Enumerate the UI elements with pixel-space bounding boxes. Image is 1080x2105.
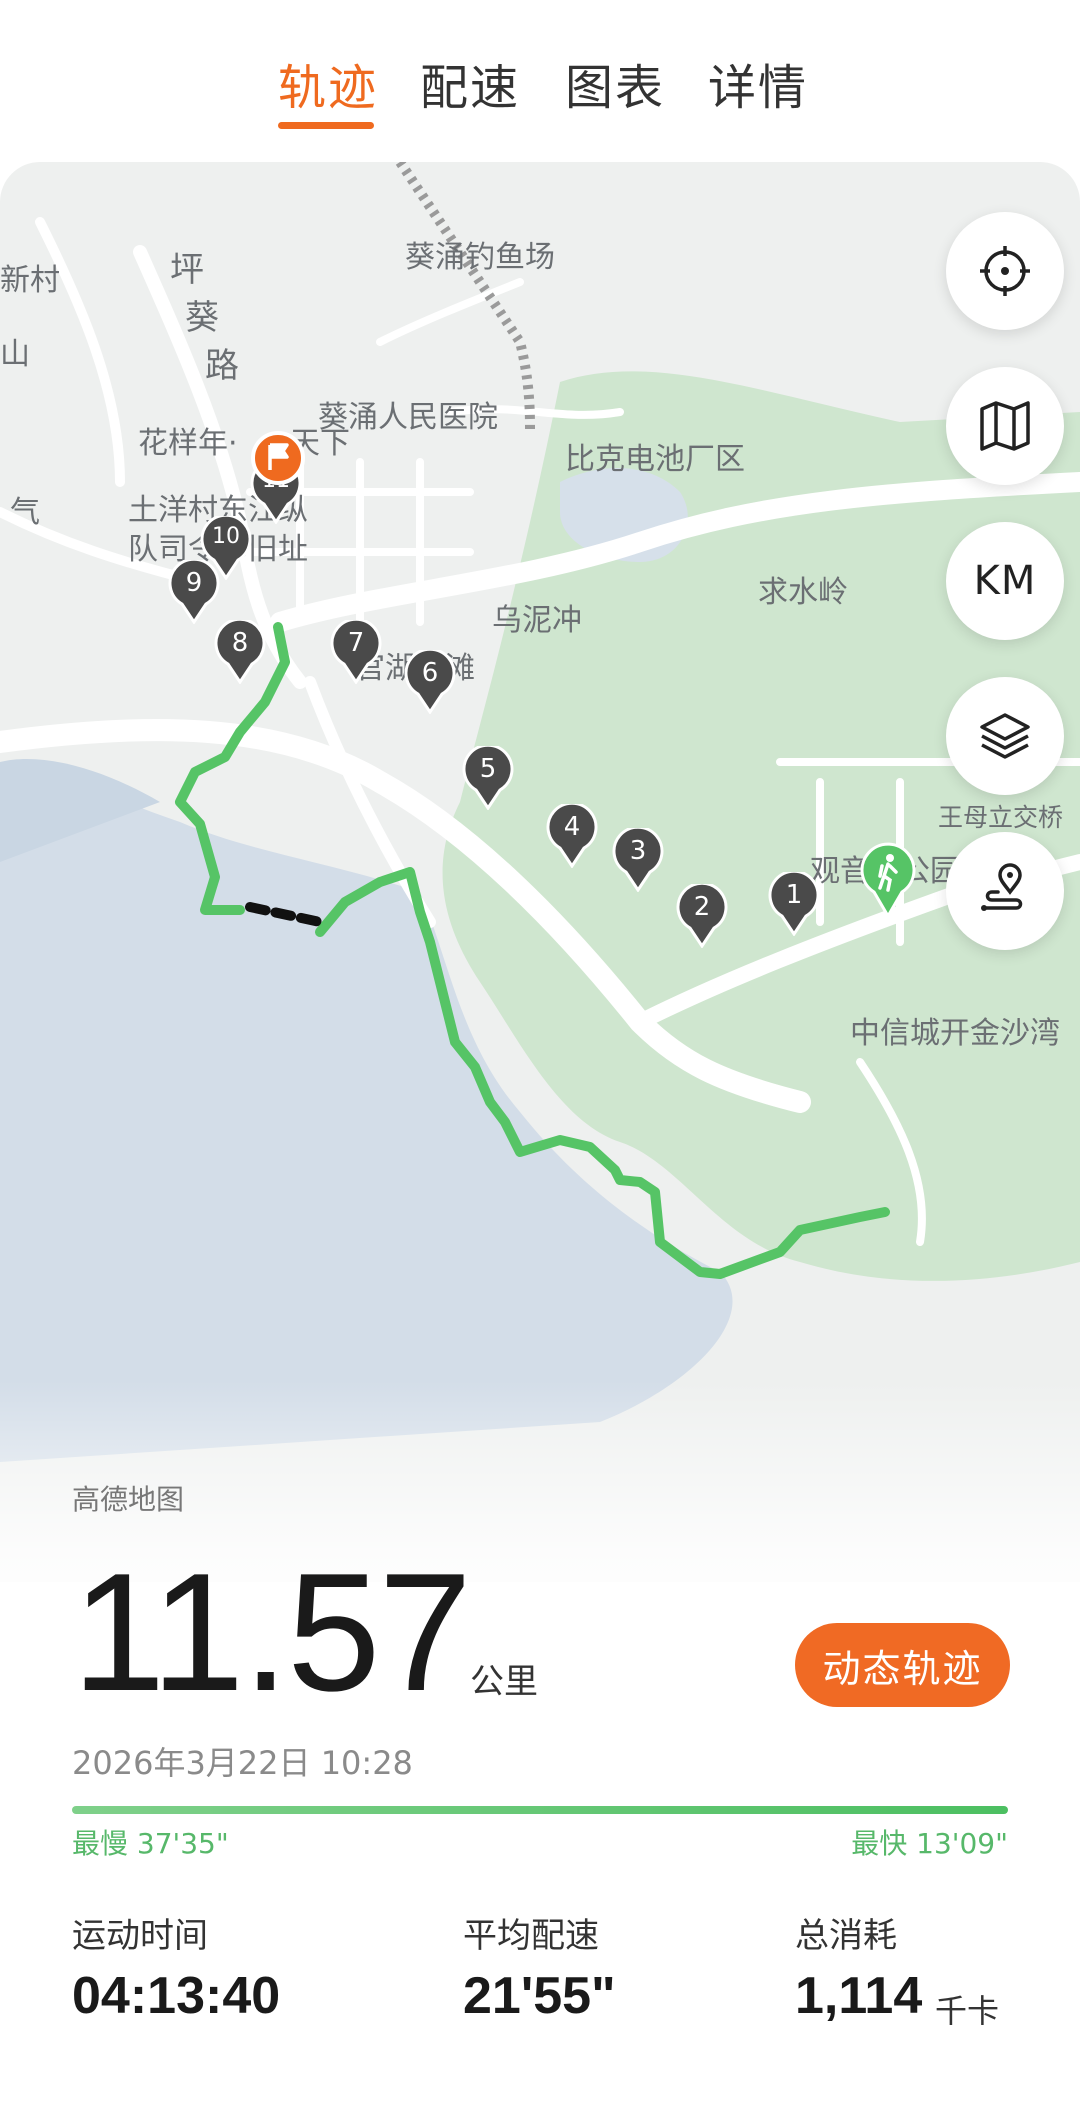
place-label: 新村: [0, 263, 60, 298]
tab-details[interactable]: 详情: [708, 48, 808, 118]
tab-charts[interactable]: 图表: [565, 48, 665, 118]
map-type-button[interactable]: [946, 367, 1064, 485]
route-replay-button[interactable]: [946, 832, 1064, 950]
locate-button[interactable]: [946, 212, 1064, 330]
unit-toggle-button[interactable]: KM: [946, 522, 1064, 640]
pace-range-bar: [72, 1806, 1008, 1814]
place-label: 王母立交桥: [938, 803, 1064, 832]
stat-value-duration: 04:13:40: [72, 1967, 281, 2025]
km-marker[interactable]: 7: [330, 620, 382, 684]
km-marker[interactable]: 3: [612, 828, 664, 892]
place-label: 山: [0, 337, 30, 372]
tab-pace[interactable]: 配速: [420, 48, 520, 118]
stat-label-avg-pace: 平均配速: [463, 1916, 599, 1956]
stat-value-avg-pace: 21'55": [463, 1967, 616, 2025]
route-pin-icon: [981, 863, 1023, 911]
km-marker[interactable]: 6: [404, 650, 456, 714]
place-label: 乌泥冲: [492, 603, 582, 638]
tab-active-indicator: [278, 122, 374, 129]
layers-icon: [980, 713, 1030, 759]
end-flag-icon[interactable]: [250, 430, 306, 486]
km-marker[interactable]: 4: [546, 804, 598, 868]
distance-unit: 公里: [470, 1662, 538, 1702]
stat-label-duration: 运动时间: [72, 1916, 208, 1956]
tab-track[interactable]: 轨迹: [278, 48, 378, 118]
km-marker[interactable]: 10: [200, 516, 252, 580]
km-marker[interactable]: 1: [768, 872, 820, 936]
road-label: 路: [205, 346, 239, 386]
place-label: 花样年·: [138, 426, 238, 461]
km-marker[interactable]: 2: [676, 884, 728, 948]
place-label: 比克电池厂区: [565, 442, 745, 477]
place-label: 气: [10, 495, 40, 530]
map-icon: [980, 401, 1030, 451]
tab-bar: 轨迹 配速 图表 详情: [0, 0, 1080, 160]
route-map[interactable]: 葵涌钓鱼场 葵涌人民医院 坪 葵 路 新村 山 气 花样年· 天下 比克电池厂区…: [0, 162, 1080, 1582]
layers-button[interactable]: [946, 677, 1064, 795]
km-marker[interactable]: 5: [462, 746, 514, 810]
road-label: 坪: [170, 250, 204, 290]
stat-label-calories: 总消耗: [795, 1916, 897, 1956]
stat-value-calories: 1,114: [795, 1967, 923, 2025]
workout-datetime: 2026年3月22日 10:28: [72, 1744, 413, 1782]
km-marker[interactable]: 8: [214, 620, 266, 684]
slowest-pace: 最慢 37'35": [72, 1827, 229, 1860]
distance-value: 11.57: [72, 1538, 472, 1726]
locate-icon: [980, 246, 1030, 296]
km-label: KM: [973, 558, 1037, 604]
place-label: 求水岭: [758, 575, 848, 610]
place-label: 中信城开金沙湾: [850, 1016, 1060, 1051]
road-label: 葵: [185, 298, 219, 338]
place-label: 葵涌钓鱼场: [405, 240, 555, 275]
fastest-pace: 最快 13'09": [851, 1827, 1008, 1860]
map-provider: 高德地图: [72, 1483, 185, 1516]
stat-unit-calories: 千卡: [935, 1992, 1000, 2030]
start-hiker-icon[interactable]: [860, 842, 916, 919]
dynamic-track-button[interactable]: 动态轨迹: [795, 1623, 1010, 1707]
